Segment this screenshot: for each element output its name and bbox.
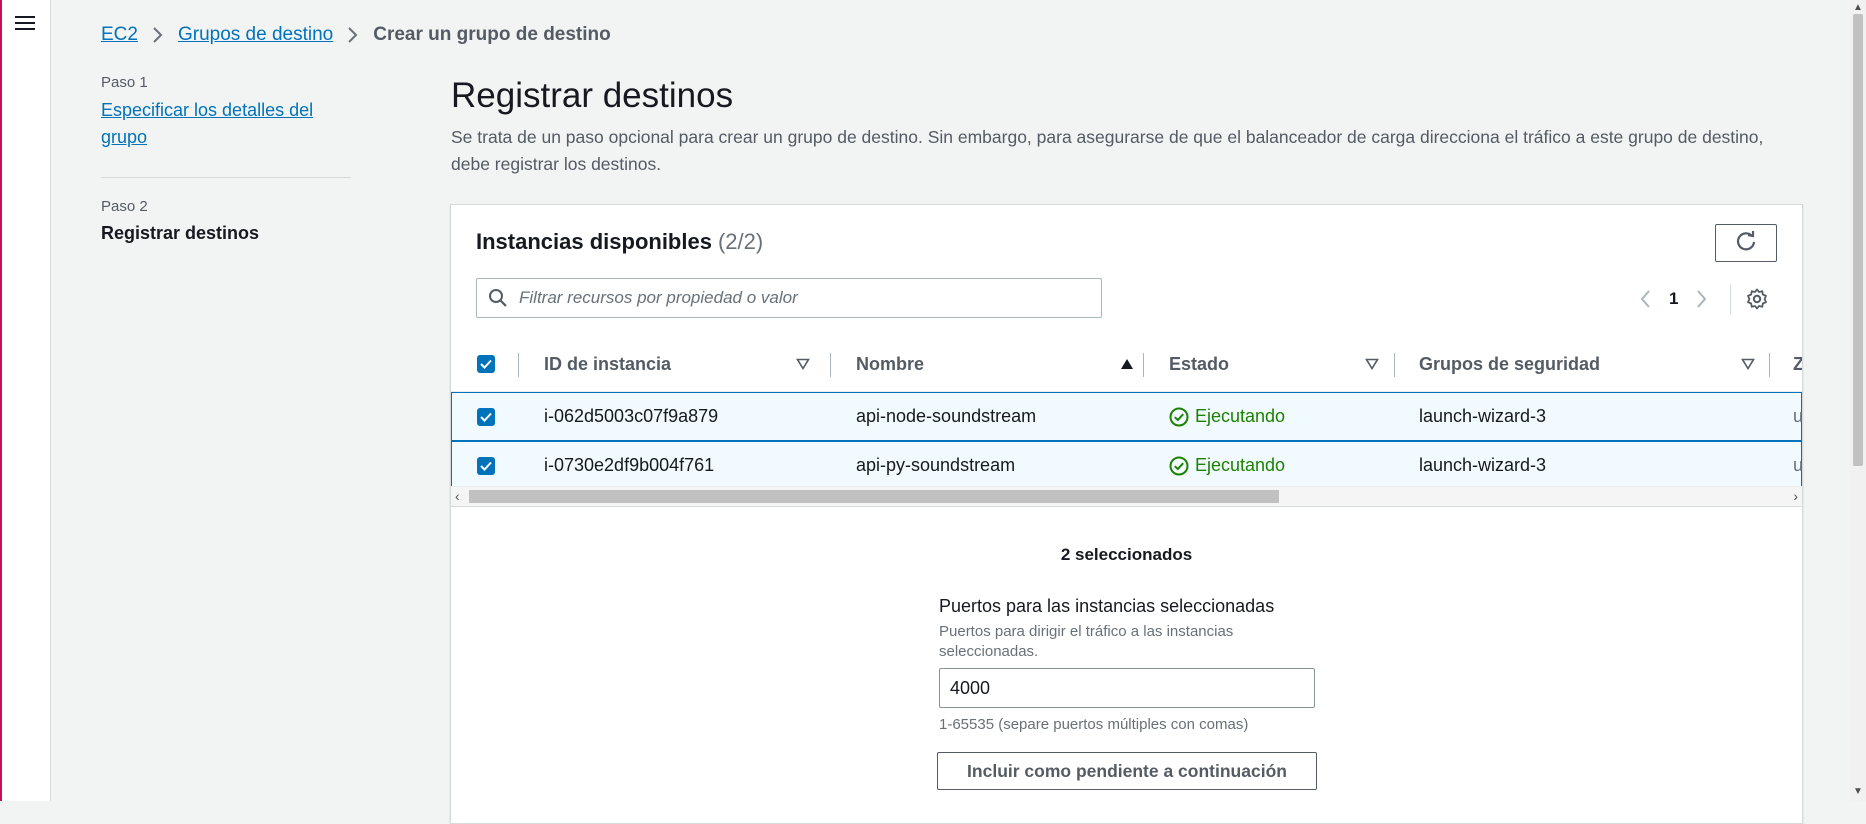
status-check-icon bbox=[1169, 407, 1189, 426]
cell-instance-id: i-0730e2df9b004f761 bbox=[544, 455, 715, 475]
search-input[interactable] bbox=[517, 287, 1081, 309]
breadcrumb-current: Crear un grupo de destino bbox=[373, 24, 611, 45]
column-header-instance-id[interactable]: ID de instancia bbox=[544, 337, 810, 391]
scroll-left-icon[interactable]: ‹ bbox=[455, 488, 460, 504]
chevron-right-icon bbox=[347, 26, 359, 44]
cell-state: Ejecutando bbox=[1169, 442, 1285, 489]
cell-name: api-node-soundstream bbox=[856, 406, 1037, 426]
table-row[interactable]: i-062d5003c07f9a879 api-node-soundstream… bbox=[451, 392, 1802, 441]
breadcrumb-target-groups-link[interactable]: Grupos de destino bbox=[178, 24, 333, 46]
chevron-left-icon[interactable] bbox=[1631, 285, 1659, 313]
column-separator bbox=[830, 353, 831, 377]
chevron-right-icon bbox=[152, 26, 164, 44]
cell-security-group: launch-wizard-3 bbox=[1419, 455, 1547, 475]
instances-table: ID de instancia Nombre Estado Grupos de … bbox=[451, 337, 1802, 609]
cell-partial: u bbox=[1793, 406, 1802, 426]
table-header: ID de instancia Nombre Estado Grupos de … bbox=[451, 337, 1802, 392]
sort-caret-icon[interactable] bbox=[1365, 358, 1379, 370]
column-header-state[interactable]: Estado bbox=[1169, 337, 1379, 391]
ports-hint: 1-65535 (separe puertos múltiples con co… bbox=[939, 716, 1249, 733]
column-header-name[interactable]: Nombre bbox=[856, 337, 1133, 391]
panel-title: Instancias disponibles (2/2) bbox=[476, 229, 763, 255]
column-separator bbox=[518, 353, 519, 377]
column-header-security-groups[interactable]: Grupos de seguridad bbox=[1419, 337, 1755, 391]
selected-count: 2 seleccionados bbox=[1060, 545, 1193, 564]
vertical-scrollbar[interactable]: ▲ ▼ bbox=[1850, 0, 1866, 801]
row-checkbox[interactable] bbox=[477, 457, 495, 475]
page-description: Se trata de un paso opcional para crear … bbox=[451, 127, 1764, 174]
step1-label: Paso 1 bbox=[101, 74, 148, 91]
ports-label: Puertos para las instancias seleccionada… bbox=[939, 596, 1275, 616]
breadcrumb: EC2 Grupos de destino Crear un grupo de … bbox=[101, 24, 611, 46]
column-label-state: Estado bbox=[1169, 353, 1230, 374]
scroll-up-icon[interactable]: ▲ bbox=[1853, 2, 1863, 13]
pagination: 1 bbox=[1631, 284, 1732, 314]
side-navigation-rail bbox=[0, 0, 51, 801]
search-icon bbox=[487, 287, 509, 309]
chevron-right-icon[interactable] bbox=[1688, 285, 1716, 313]
scroll-right-icon[interactable]: › bbox=[1793, 488, 1798, 504]
ports-input[interactable] bbox=[939, 668, 1315, 708]
wizard-steps: Paso 1 Especificar los detalles del grup… bbox=[101, 74, 351, 244]
scroll-down-icon[interactable]: ▼ bbox=[1853, 786, 1863, 797]
panel-count: (2/2) bbox=[717, 229, 764, 254]
status-check-icon bbox=[1169, 456, 1189, 475]
settings-gear-icon[interactable] bbox=[1743, 285, 1771, 313]
page-title: Registrar destinos bbox=[451, 76, 734, 115]
step2-label: Paso 2 bbox=[101, 198, 148, 215]
cell-instance-id: i-062d5003c07f9a879 bbox=[544, 406, 719, 426]
cell-state-text: Ejecutando bbox=[1195, 455, 1286, 475]
checkbox-checked-icon bbox=[480, 359, 492, 369]
pager-divider bbox=[1730, 284, 1732, 314]
table-row[interactable]: i-0730e2df9b004f761 api-py-soundstream E… bbox=[451, 441, 1802, 490]
sort-caret-icon[interactable] bbox=[1741, 358, 1755, 370]
column-label-name: Nombre bbox=[856, 353, 925, 374]
horizontal-scroll-thumb[interactable] bbox=[469, 490, 1279, 503]
sort-caret-icon[interactable] bbox=[796, 358, 810, 370]
cell-state-text: Ejecutando bbox=[1195, 406, 1286, 426]
column-header-partial[interactable]: Z bbox=[1793, 337, 1802, 391]
checkbox-checked-icon bbox=[480, 461, 492, 471]
select-all-checkbox[interactable] bbox=[477, 355, 495, 373]
column-separator bbox=[1394, 353, 1395, 377]
cell-partial: u bbox=[1793, 455, 1802, 475]
column-separator bbox=[1143, 353, 1144, 377]
cell-security-group: launch-wizard-3 bbox=[1419, 406, 1547, 426]
row-checkbox[interactable] bbox=[477, 408, 495, 426]
cell-state: Ejecutando bbox=[1169, 393, 1285, 440]
cell-name: api-py-soundstream bbox=[856, 455, 1016, 475]
ports-description: Puertos para dirigir el tráfico a las in… bbox=[939, 623, 1234, 660]
ports-form-field: Puertos para las instancias seleccionada… bbox=[939, 596, 1319, 733]
breadcrumb-ec2-link[interactable]: EC2 bbox=[101, 24, 138, 46]
page-number-button[interactable]: 1 bbox=[1669, 289, 1678, 309]
checkbox-checked-icon bbox=[480, 412, 492, 422]
menu-icon[interactable] bbox=[15, 12, 35, 34]
refresh-button[interactable] bbox=[1715, 224, 1777, 262]
refresh-icon bbox=[1735, 230, 1757, 257]
column-separator bbox=[1769, 353, 1770, 377]
steps-divider bbox=[101, 177, 351, 178]
column-label-instance-id: ID de instancia bbox=[544, 353, 672, 374]
horizontal-scrollbar[interactable]: ‹ › bbox=[451, 486, 1802, 507]
sort-caret-icon[interactable] bbox=[1120, 358, 1134, 370]
vertical-scroll-thumb[interactable] bbox=[1853, 14, 1863, 466]
step1-link[interactable]: Especificar los detalles del grupo bbox=[101, 97, 351, 151]
include-as-pending-button[interactable]: Incluir como pendiente a continuación bbox=[937, 752, 1317, 790]
step2-current: Registrar destinos bbox=[101, 223, 260, 243]
panel-title-text: Instancias disponibles bbox=[476, 229, 712, 254]
column-label-security-groups: Grupos de seguridad bbox=[1419, 353, 1601, 374]
filter-search-box[interactable] bbox=[476, 278, 1102, 318]
